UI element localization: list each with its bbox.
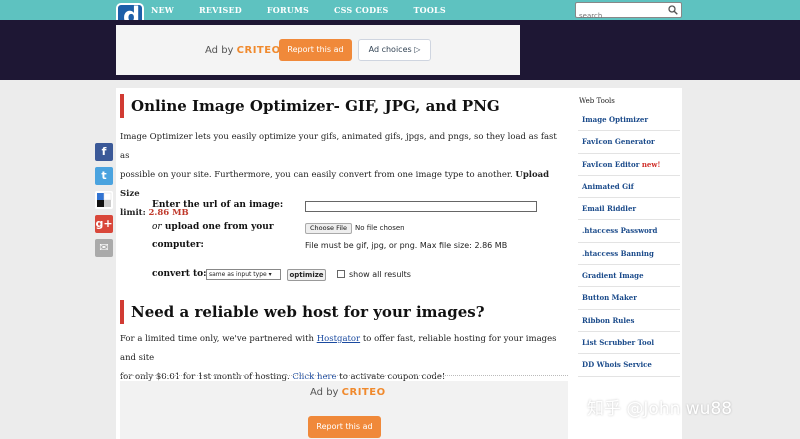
criteo-logo-bottom: CRITEO: [341, 387, 386, 398]
nav-new[interactable]: NEW: [151, 5, 174, 15]
optimize-button[interactable]: optimize: [287, 269, 326, 281]
image-url-input[interactable]: [305, 201, 537, 212]
sidebar-item-animated-gif[interactable]: Animated Gif: [578, 176, 680, 199]
sidebar-item-favicon-generator[interactable]: FavIcon Generator: [578, 131, 680, 154]
sidebar-item-gradient-image[interactable]: Gradient Image: [578, 265, 680, 288]
host-paragraph: For a limited time only, we've partnered…: [120, 334, 557, 382]
report-ad-button[interactable]: Report this ad: [279, 39, 352, 61]
nav-tools[interactable]: TOOLS: [414, 5, 446, 15]
sidebar-list: Image Optimizer FavIcon Generator FavIco…: [578, 109, 680, 377]
sidebar-item-button-maker[interactable]: Button Maker: [578, 287, 680, 310]
facebook-icon[interactable]: f: [95, 143, 113, 161]
sidebar-item-favicon-editor[interactable]: FavIcon Editor new!: [578, 154, 680, 176]
url-label: Enter the url of an image:: [152, 200, 284, 210]
ad-choices-button[interactable]: Ad choices ▷: [358, 39, 431, 61]
new-badge: new!: [641, 159, 661, 169]
convert-select[interactable]: same as input type ▾: [206, 269, 281, 280]
sidebar-item-whois[interactable]: DD Whois Service: [578, 354, 680, 377]
google-plus-icon[interactable]: g+: [95, 215, 113, 233]
host-accent-bar: [120, 300, 124, 324]
nav-css-codes[interactable]: CSS CODES: [334, 5, 388, 15]
sidebar-item-image-optimizer[interactable]: Image Optimizer: [578, 109, 680, 132]
email-icon[interactable]: ✉: [95, 239, 113, 257]
divider: [120, 375, 568, 376]
show-all-checkbox[interactable]: [337, 270, 345, 278]
sidebar-item-list-scrubber[interactable]: List Scrubber Tool: [578, 332, 680, 355]
sidebar-item-ribbon-rules[interactable]: Ribbon Rules: [578, 310, 680, 332]
convert-label: convert to:: [152, 269, 207, 279]
nav-forums[interactable]: FORUMS: [267, 5, 309, 15]
top-ad-label: Ad by CRITEO: [205, 45, 281, 56]
upload-label-line2: computer:: [152, 240, 204, 250]
delicious-glyph: [97, 192, 112, 207]
search-box: [575, 2, 682, 23]
sidebar-title: Web Tools: [579, 97, 615, 105]
criteo-logo: CRITEO: [236, 45, 281, 56]
host-section-title: Need a reliable web host for your images…: [120, 300, 485, 324]
report-ad-button-bottom[interactable]: Report this ad: [308, 416, 381, 438]
nav-revised[interactable]: REVISED: [199, 5, 242, 15]
upload-label: or upload one from your: [152, 222, 274, 232]
sidebar-item-htaccess-banning[interactable]: .htaccess Banning: [578, 243, 680, 266]
title-accent-bar: [120, 94, 124, 118]
sidebar-item-email-riddler[interactable]: Email Riddler: [578, 198, 680, 221]
delicious-icon[interactable]: [95, 191, 113, 209]
choose-file-button[interactable]: Choose File: [305, 223, 352, 234]
sidebar-item-htaccess-password[interactable]: .htaccess Password: [578, 220, 680, 243]
file-note: File must be gif, jpg, or png. Max file …: [305, 241, 508, 250]
twitter-icon[interactable]: t: [95, 167, 113, 185]
hostgator-link[interactable]: Hostgator: [317, 334, 360, 344]
search-icon[interactable]: [668, 5, 678, 15]
page-title: Online Image Optimizer- GIF, JPG, and PN…: [120, 94, 500, 118]
bottom-ad-label: Ad by CRITEO: [310, 387, 386, 398]
no-file-text: No file chosen: [355, 224, 405, 232]
main-nav: NEW REVISED FORUMS CSS CODES TOOLS: [151, 5, 471, 15]
watermark: 知乎 @John wu88: [587, 399, 733, 419]
show-all-label: show all results: [349, 270, 411, 279]
